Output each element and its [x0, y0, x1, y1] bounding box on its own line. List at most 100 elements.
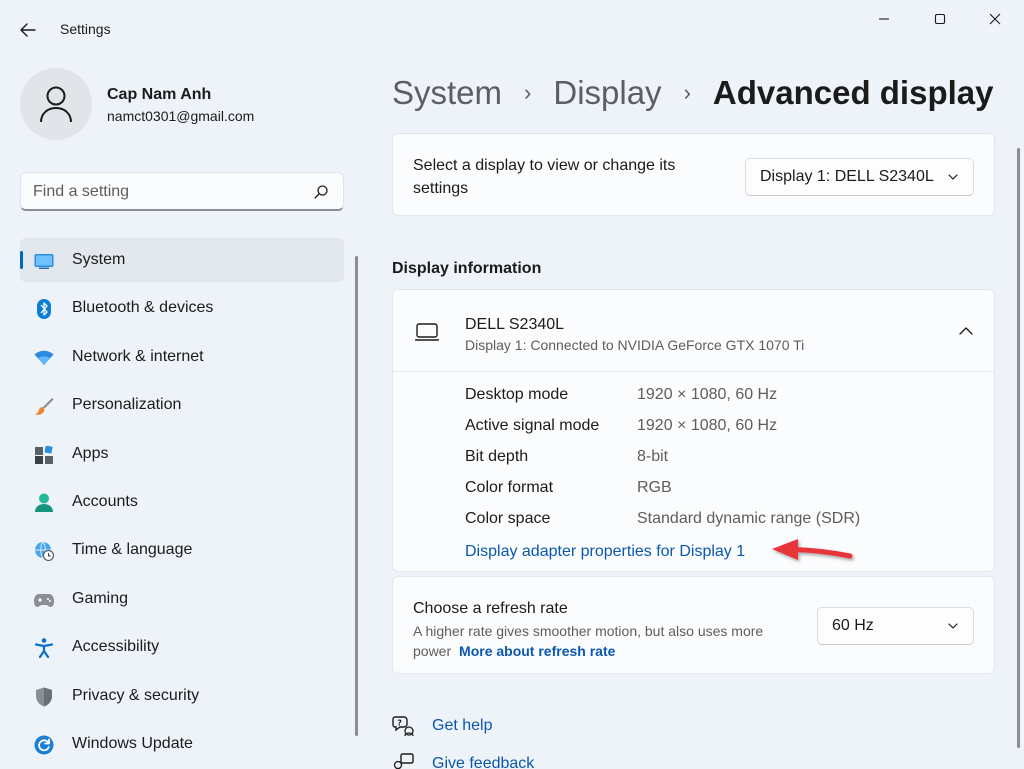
sidebar-item-bluetooth[interactable]: Bluetooth & devices	[20, 286, 344, 330]
info-value: RGB	[637, 479, 672, 496]
sidebar-item-privacy[interactable]: Privacy & security	[20, 674, 344, 718]
feedback-icon	[393, 753, 414, 769]
user-email: namct0301@gmail.com	[107, 108, 255, 124]
display-adapter-properties-link[interactable]: Display adapter properties for Display 1	[465, 543, 745, 561]
sidebar-item-personalization[interactable]: Personalization	[20, 383, 344, 427]
sidebar-item-apps[interactable]: Apps	[20, 432, 344, 476]
sidebar-item-windows-update[interactable]: Windows Update	[20, 722, 344, 766]
user-profile[interactable]: Cap Nam Anh namct0301@gmail.com	[20, 68, 350, 142]
help-chat-icon: ?	[392, 716, 414, 737]
refresh-rate-dropdown[interactable]: 60 Hz	[817, 607, 974, 645]
annotation-arrow-icon	[772, 539, 853, 560]
display-info-header[interactable]: DELL S2340L Display 1: Connected to NVID…	[393, 290, 994, 372]
person-icon	[40, 86, 72, 123]
minimize-icon	[879, 18, 889, 20]
section-title-display-information: Display information	[392, 260, 542, 277]
search-input[interactable]	[33, 181, 303, 203]
sidebar-item-label: Time & language	[72, 541, 193, 559]
sidebar-item-label: Network & internet	[72, 347, 204, 365]
main-scrollbar[interactable]	[1017, 148, 1020, 748]
globe-clock-icon	[34, 541, 54, 562]
display-select-label: Select a display to view or change its s…	[413, 157, 676, 197]
avatar	[20, 68, 92, 140]
give-feedback-label: Give feedback	[432, 755, 535, 769]
user-name: Cap Nam Anh	[107, 86, 212, 103]
chevron-down-icon	[948, 623, 958, 629]
apps-icon	[34, 445, 54, 465]
sidebar-item-network[interactable]: Network & internet	[20, 335, 344, 379]
brush-icon	[34, 396, 54, 416]
sidebar-scrollbar[interactable]	[355, 256, 358, 736]
accounts-icon	[34, 493, 54, 513]
sidebar-item-label: Privacy & security	[72, 686, 200, 704]
sidebar-item-accessibility[interactable]: Accessibility	[20, 625, 344, 669]
page-title: Advanced display	[712, 74, 994, 111]
back-button[interactable]	[14, 18, 42, 42]
info-value: Standard dynamic range (SDR)	[637, 510, 861, 527]
system-icon	[34, 251, 54, 271]
sidebar-item-system[interactable]: System	[20, 238, 344, 282]
device-name: DELL S2340L	[465, 316, 565, 333]
breadcrumb-display[interactable]: Display	[553, 74, 661, 112]
sidebar-item-accounts[interactable]: Accounts	[20, 480, 344, 524]
maximize-icon	[934, 13, 946, 25]
sidebar-item-gaming[interactable]: Gaming	[20, 577, 344, 621]
sidebar-item-label: Personalization	[72, 396, 182, 414]
shield-icon	[34, 687, 54, 707]
sidebar-item-label: Windows Update	[72, 734, 193, 752]
chevron-down-icon	[948, 174, 958, 180]
breadcrumb-system[interactable]: System	[392, 74, 502, 112]
close-button[interactable]	[975, 8, 1015, 30]
wifi-icon	[34, 348, 54, 368]
info-row-active-signal-mode: Active signal mode 1920 × 1080, 60 Hz	[465, 417, 965, 448]
breadcrumb-separator: ›	[683, 80, 691, 105]
minimize-button[interactable]	[864, 8, 904, 30]
display-info-card: DELL S2340L Display 1: Connected to NVID…	[392, 289, 995, 572]
device-connection: Display 1: Connected to NVIDIA GeForce G…	[465, 337, 805, 353]
info-value: 8-bit	[637, 448, 669, 465]
display-dropdown-value: Display 1: DELL S2340L	[760, 168, 934, 185]
accessibility-icon	[34, 638, 54, 659]
info-row-color-space: Color space Standard dynamic range (SDR)	[465, 510, 965, 541]
refresh-rate-description: A higher rate gives smoother motion, but…	[413, 621, 803, 661]
search-icon[interactable]	[313, 184, 329, 200]
get-help-label: Get help	[432, 717, 493, 734]
sidebar-item-label: Accounts	[72, 492, 138, 510]
sidebar-nav: System Bluetooth & devices Network & int…	[20, 238, 344, 769]
gamepad-icon	[34, 590, 54, 610]
display-select-card: Select a display to view or change its s…	[392, 133, 995, 216]
sidebar-item-label: Apps	[72, 444, 109, 462]
sidebar-item-label: Accessibility	[72, 638, 160, 656]
more-about-refresh-rate-link[interactable]: More about refresh rate	[459, 643, 615, 659]
sidebar-item-label: Gaming	[72, 589, 129, 607]
display-info-rows: Desktop mode 1920 × 1080, 60 Hz Active s…	[465, 386, 965, 541]
info-value: 1920 × 1080, 60 Hz	[637, 386, 778, 403]
info-key: Desktop mode	[465, 386, 569, 403]
refresh-rate-card: Choose a refresh rate A higher rate give…	[392, 576, 995, 674]
search-box[interactable]	[20, 172, 344, 211]
info-key: Color space	[465, 510, 551, 527]
monitor-icon	[415, 323, 439, 341]
info-key: Color format	[465, 479, 554, 496]
arrow-left-icon	[20, 23, 36, 37]
info-row-color-format: Color format RGB	[465, 479, 965, 510]
display-dropdown[interactable]: Display 1: DELL S2340L	[745, 158, 974, 196]
info-value: 1920 × 1080, 60 Hz	[637, 417, 778, 434]
app-title: Settings	[60, 21, 111, 37]
breadcrumb: System › Display › Advanced display	[392, 70, 994, 116]
info-row-desktop-mode: Desktop mode 1920 × 1080, 60 Hz	[465, 386, 965, 417]
svg-text:?: ?	[397, 719, 402, 728]
info-key: Active signal mode	[465, 417, 600, 434]
update-icon	[34, 735, 54, 755]
info-row-bit-depth: Bit depth 8-bit	[465, 448, 965, 479]
chevron-up-icon[interactable]	[958, 323, 974, 339]
refresh-rate-value: 60 Hz	[832, 617, 874, 634]
refresh-rate-title: Choose a refresh rate	[413, 600, 568, 617]
sidebar-item-label: Bluetooth & devices	[72, 299, 214, 317]
info-key: Bit depth	[465, 448, 529, 465]
title-bar: Settings	[0, 0, 1024, 60]
sidebar-item-label: System	[72, 251, 126, 268]
maximize-button[interactable]	[920, 8, 960, 30]
breadcrumb-separator: ›	[524, 80, 532, 105]
sidebar-item-time-language[interactable]: Time & language	[20, 528, 344, 572]
